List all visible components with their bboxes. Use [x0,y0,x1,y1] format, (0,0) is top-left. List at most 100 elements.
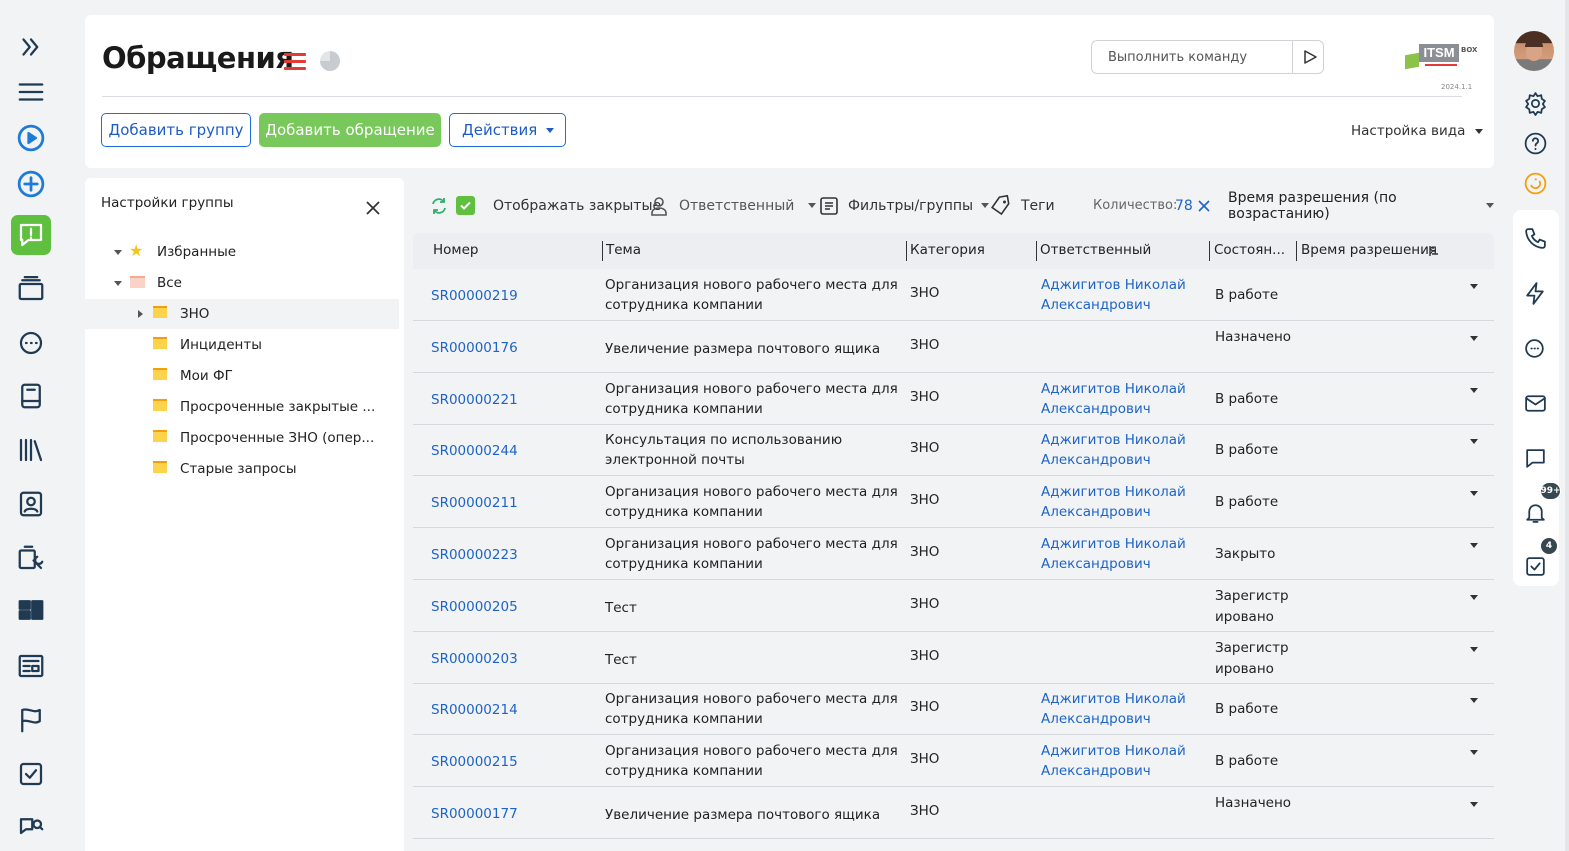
collapse-icon[interactable] [114,249,122,255]
send-icon[interactable] [1302,49,1318,65]
book-icon[interactable] [13,378,49,414]
clear-count-button[interactable] [1198,178,1210,233]
play-icon[interactable] [13,120,49,156]
close-icon[interactable] [366,201,380,215]
expand-icon[interactable] [138,310,143,318]
menu-icon[interactable] [13,74,49,110]
row-expand-icon[interactable] [1470,439,1478,445]
tools-icon[interactable] [13,540,49,576]
help-icon[interactable] [1515,123,1555,163]
table-row[interactable]: SR00000221 Организация нового рабочего ме… [413,373,1494,425]
search-chat-icon[interactable] [13,810,49,846]
tree-item-old-requests[interactable]: Старые запросы [85,454,399,484]
view-settings-dropdown[interactable]: Настройка вида [1351,123,1484,139]
command-input[interactable]: Выполнить команду [1091,40,1324,74]
sort-dropdown[interactable]: Время разрешения (по возрастанию) [1228,178,1494,233]
col-topic[interactable]: Тема [606,242,641,258]
requests-icon[interactable] [11,215,51,255]
request-responsible-link[interactable]: Аджигитов Николай Александрович [1041,741,1211,781]
row-expand-icon[interactable] [1470,594,1478,600]
request-number-link[interactable]: SR00000223 [431,547,518,563]
row-expand-icon[interactable] [1470,646,1478,652]
tree-item-incidents[interactable]: Инциденты [85,330,399,360]
chart-view-icon[interactable] [320,51,340,71]
support-icon[interactable] [1515,163,1555,203]
tree-item-overdue-closed[interactable]: Просроченные закрытые ... [85,392,399,422]
request-number-link[interactable]: SR00000211 [431,495,518,511]
column-separator[interactable] [906,241,907,261]
scrollbar[interactable] [1565,0,1569,851]
request-number-link[interactable]: SR00000221 [431,392,518,408]
news-icon[interactable] [13,648,49,684]
message-icon[interactable] [1515,438,1555,478]
lightning-icon[interactable] [1515,273,1555,313]
request-number-link[interactable]: SR00000215 [431,754,518,770]
tags-button[interactable]: Теги [990,178,1055,233]
request-number-link[interactable]: SR00000177 [431,806,518,822]
add-group-button[interactable]: Добавить группу [101,113,251,147]
col-status[interactable]: Состоян... [1214,242,1285,258]
contacts-icon[interactable] [13,486,49,522]
sort-asc-icon[interactable] [1428,244,1440,258]
column-separator[interactable] [602,241,603,261]
table-row[interactable]: SR00000177 Увеличение размера почтового я… [413,787,1494,839]
table-row[interactable]: SR00000215 Организация нового рабочего ме… [413,735,1494,788]
request-number-link[interactable]: SR00000214 [431,702,518,718]
row-expand-icon[interactable] [1470,387,1478,393]
row-expand-icon[interactable] [1470,802,1478,807]
tree-item-zno[interactable]: ЗНО [85,299,399,329]
table-row[interactable]: SR00000219 Организация нового рабочего ме… [413,269,1494,321]
col-responsible[interactable]: Ответственный [1040,242,1151,258]
request-number-link[interactable]: SR00000176 [431,340,518,356]
dashboard-icon[interactable] [13,592,49,628]
filters-dropdown[interactable]: Фильтры/группы [819,178,990,233]
request-responsible-link[interactable]: Аджигитов Николай Александрович [1041,534,1211,574]
table-row[interactable]: SR00000223 Организация нового рабочего ме… [413,528,1494,580]
responsible-filter[interactable]: Ответственный [649,178,817,233]
request-number-link[interactable]: SR00000219 [431,288,518,304]
checklist-icon[interactable] [13,756,49,792]
request-number-link[interactable]: SR00000244 [431,443,518,459]
refresh-icon[interactable] [429,178,449,233]
col-resolution-time[interactable]: Время разрешения [1301,242,1437,258]
row-expand-icon[interactable] [1470,284,1478,289]
actions-button[interactable]: Действия [449,113,566,147]
table-row[interactable]: SR00000211 Организация нового рабочего ме… [413,476,1494,529]
request-responsible-link[interactable]: Аджигитов Николай Александрович [1041,379,1211,419]
request-responsible-link[interactable]: Аджигитов Николай Александрович [1041,689,1211,729]
tree-item-my-fg[interactable]: Мои ФГ [85,361,399,391]
col-category[interactable]: Категория [910,242,985,258]
tree-item-overdue-zno[interactable]: Просроченные ЗНО (опер... [85,423,399,453]
list-view-icon[interactable] [284,53,306,71]
plus-icon[interactable] [13,166,49,202]
request-number-link[interactable]: SR00000205 [431,599,518,615]
flag-icon[interactable] [13,702,49,738]
row-expand-icon[interactable] [1470,491,1478,497]
col-number[interactable]: Номер [433,242,478,258]
tree-item-all[interactable]: Все [85,268,399,298]
request-responsible-link[interactable]: Аджигитов Николай Александрович [1041,430,1211,470]
row-expand-icon[interactable] [1470,698,1478,704]
checkbox-icon[interactable] [456,196,475,215]
row-expand-icon[interactable] [1470,750,1478,756]
request-number-link[interactable]: SR00000203 [431,651,518,667]
chat-icon[interactable] [1515,328,1555,368]
phone-icon[interactable] [1515,218,1555,258]
row-expand-icon[interactable] [1470,543,1478,548]
layers-icon[interactable] [13,271,49,307]
request-responsible-link[interactable]: Аджигитов Николай Александрович [1041,482,1211,522]
chat-icon[interactable] [13,325,49,361]
expand-icon[interactable] [13,29,49,65]
settings-icon[interactable] [1515,83,1555,123]
column-separator[interactable] [1036,241,1037,261]
column-separator[interactable] [1296,241,1297,261]
add-request-button[interactable]: Добавить обращение [259,113,441,147]
request-responsible-link[interactable]: Аджигитов Николай Александрович [1041,275,1211,315]
table-row[interactable]: SR00000214 Организация нового рабочего ме… [413,683,1494,736]
row-expand-icon[interactable] [1470,335,1478,341]
collapse-icon[interactable] [114,280,122,286]
library-icon[interactable] [13,432,49,468]
table-row[interactable]: SR00000176 Увеличение размера почтового я… [413,321,1494,373]
tree-item-favorites[interactable]: ★ Избранные [85,237,399,267]
mail-icon[interactable] [1515,383,1555,423]
